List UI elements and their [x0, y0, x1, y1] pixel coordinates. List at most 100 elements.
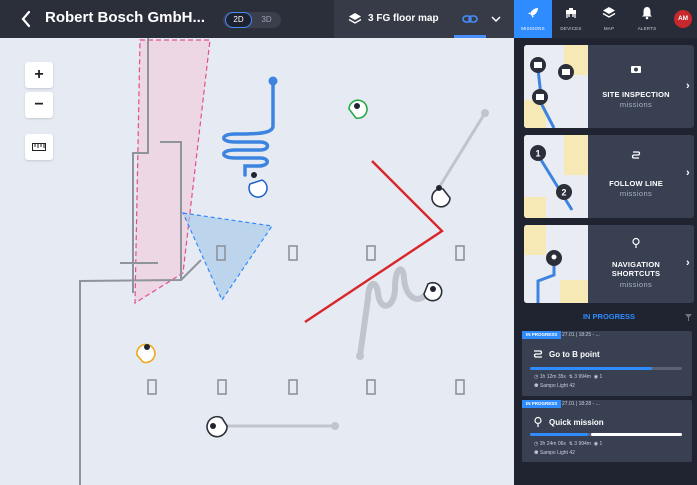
svg-text:2: 2 — [561, 188, 566, 198]
site-inspection-info: SITE INSPECTION missions — [588, 45, 684, 128]
progress-remaining — [590, 433, 682, 436]
navigation-shortcuts-thumbnail — [524, 225, 588, 303]
mission-progress-bar — [530, 367, 682, 370]
mission-time: 27.01 | 18:25 - ... — [562, 332, 600, 338]
zoom-out-button[interactable]: − — [25, 92, 53, 118]
status-badge: IN PROGRESS — [522, 400, 562, 408]
clock-icon: ◷ — [534, 441, 539, 447]
status-badge: IN PROGRESS — [522, 331, 562, 339]
mission-name: Quick mission — [549, 418, 604, 427]
robot-marker-dark-2 — [423, 281, 443, 302]
robot-name: Sampo Light 42 — [539, 383, 575, 389]
layers-icon — [602, 7, 616, 18]
nav-missions-label: MISSIONS — [521, 26, 545, 31]
missions-panel: MISSIONS DEVICES MAP ALERTS AM SITE INSP… — [514, 0, 697, 485]
robot-marker-green — [348, 99, 368, 120]
nav-devices[interactable]: DEVICES — [552, 0, 590, 38]
zoom-in-button[interactable]: + — [25, 62, 53, 88]
top-bar: Robert Bosch GmbH... 2D 3D 3 FG floor ma… — [0, 0, 514, 38]
mission-distance: 3 994m — [574, 441, 591, 447]
site-title: Robert Bosch GmbH... — [45, 9, 206, 26]
nav-devices-label: DEVICES — [560, 26, 582, 31]
chevron-right-icon: › — [686, 167, 690, 179]
floor-label: 3 FG floor map — [368, 13, 439, 24]
robot-dog-icon — [566, 8, 576, 18]
route-path-grey — [438, 112, 487, 187]
chevron-right-icon: › — [686, 80, 690, 92]
site-inspection-title: SITE INSPECTION — [602, 90, 670, 99]
floor-selector[interactable]: 3 FG floor map — [334, 0, 514, 38]
robot-marker-blue — [248, 172, 268, 198]
progress-fill — [530, 367, 652, 370]
robot-dog-icon: ⚉ — [534, 450, 539, 456]
navigation-shortcuts-subtitle: missions — [619, 280, 653, 289]
mission-card-site-inspection[interactable]: SITE INSPECTION missions › — [524, 45, 694, 128]
nav-map-label: MAP — [603, 26, 615, 31]
mission-card-go-to-b-point[interactable]: IN PROGRESS 27.01 | 18:25 - ... Go to B … — [522, 331, 692, 396]
navigation-shortcuts-info: NAVIGATION SHORTCUTS missions — [588, 225, 684, 303]
follow-line-subtitle: missions — [619, 189, 653, 198]
pin-icon — [632, 237, 640, 248]
mission-robot: ⚉ Sampo Light 42 — [534, 383, 575, 389]
layers-icon — [348, 13, 362, 24]
mission-card-follow-line[interactable]: 1 2 FOLLOW LINE missions › — [524, 135, 694, 218]
back-button[interactable] — [20, 8, 40, 30]
user-avatar[interactable]: AM — [674, 10, 692, 28]
mission-name: Go to B point — [549, 350, 600, 359]
robot-marker-orange — [136, 343, 156, 364]
robot-name: Sampo Light 42 — [539, 450, 575, 456]
top-nav: MISSIONS DEVICES MAP ALERTS AM — [514, 0, 697, 38]
mission-robot-count: 1 — [599, 374, 603, 380]
measure-button[interactable] — [25, 134, 53, 160]
link-icon[interactable] — [462, 13, 478, 25]
route-path-blue — [222, 79, 275, 177]
pin-icon — [534, 416, 542, 427]
filter-icon[interactable] — [685, 314, 692, 321]
svg-text:1: 1 — [535, 149, 540, 159]
mission-duration: 1h 12m 35s — [539, 374, 566, 380]
chevron-left-icon — [21, 10, 31, 28]
nav-missions[interactable]: MISSIONS — [514, 0, 552, 38]
camera-view-zone — [182, 212, 274, 302]
route-icon — [533, 350, 543, 358]
navigation-shortcuts-title: NAVIGATION SHORTCUTS — [611, 260, 661, 278]
mission-progress-bar — [530, 433, 682, 436]
mission-robot: ⚉ Sampo Light 42 — [534, 450, 575, 456]
mission-duration: 3h 24m 06s — [539, 441, 566, 447]
robot-count-icon: ◉ — [593, 374, 599, 380]
site-inspection-thumbnail — [524, 45, 588, 128]
mission-stats: ◷ 3h 24m 06s ⇅ 3 994m ◉ 1 — [534, 441, 602, 447]
robot-count-icon: ◉ — [593, 441, 599, 447]
camera-icon — [631, 66, 641, 73]
mission-stats: ◷ 1h 12m 35s ⇅ 3 994m ◉ 1 — [534, 374, 602, 380]
nav-alerts[interactable]: ALERTS — [628, 0, 666, 38]
map-canvas[interactable] — [0, 38, 514, 485]
clock-icon: ◷ — [534, 374, 539, 380]
follow-line-info: FOLLOW LINE missions — [588, 135, 684, 218]
mission-robot-count: 1 — [599, 441, 603, 447]
view-3d-button[interactable]: 3D — [253, 12, 280, 28]
view-2d-button[interactable]: 2D — [225, 12, 252, 28]
floor-map[interactable]: + − — [0, 38, 514, 485]
mission-card-navigation-shortcuts[interactable]: NAVIGATION SHORTCUTS missions › — [524, 225, 694, 303]
chevron-down-icon[interactable] — [490, 13, 502, 25]
mission-distance: 3 994m — [574, 374, 591, 380]
rocket-icon — [528, 8, 538, 18]
route-path-serpentine — [357, 266, 433, 359]
in-progress-heading: IN PROGRESS — [582, 312, 636, 321]
follow-line-thumbnail: 1 2 — [524, 135, 588, 218]
follow-line-title: FOLLOW LINE — [609, 179, 663, 188]
progress-fill — [530, 433, 588, 436]
ruler-icon — [32, 143, 46, 151]
robot-marker-bottom — [206, 415, 228, 438]
robot-marker-dark-1 — [431, 185, 451, 208]
route-icon — [631, 151, 641, 159]
site-inspection-subtitle: missions — [619, 100, 653, 109]
mission-card-quick-mission[interactable]: IN PROGRESS 27.01 | 18:28 - ... Quick mi… — [522, 400, 692, 462]
nav-map[interactable]: MAP — [590, 0, 628, 38]
bell-icon — [642, 7, 652, 20]
view-toggle[interactable]: 2D 3D — [223, 12, 281, 28]
robot-dog-icon: ⚉ — [534, 383, 539, 389]
nav-alerts-label: ALERTS — [637, 26, 657, 31]
distance-icon: ⇅ — [568, 441, 573, 447]
